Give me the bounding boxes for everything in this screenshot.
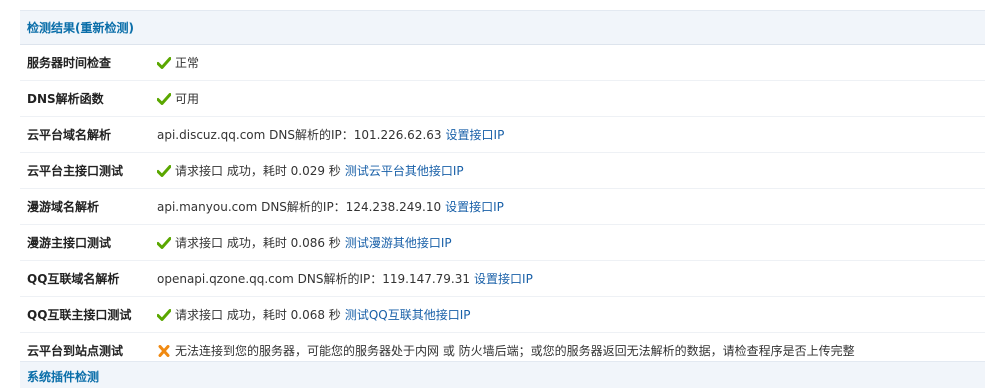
result-value: api.discuz.qq.com DNS解析的IP：101.226.62.63… (157, 126, 504, 143)
result-action-link[interactable]: 设置接口IP (445, 198, 504, 215)
result-value: 无法连接到您的服务器，可能您的服务器处于内网 或 防火墙后端；或您的服务器返回无… (157, 342, 855, 359)
results-list: 服务器时间检查 正常 DNS解析函数 可用云平台域名解析 api.discuz.qq.c… (20, 45, 985, 369)
result-label: QQ互联主接口测试 (27, 308, 132, 322)
result-value: 可用 (157, 90, 199, 107)
result-label: 漫游域名解析 (27, 200, 100, 214)
result-action-link[interactable]: 测试云平台其他接口IP (345, 162, 464, 179)
result-value: 请求接口 成功，耗时 0.068 秒测试QQ互联其他接口IP (157, 306, 470, 323)
check-icon (157, 308, 171, 321)
result-row: 服务器时间检查 正常 (20, 45, 985, 81)
check-results-panel: 检测结果(重新检测) 服务器时间检查 正常 DNS解析函数 可用云平台域名解析 api.… (20, 10, 985, 369)
section-header-results: 检测结果(重新检测) (20, 10, 985, 45)
check-icon (157, 56, 171, 69)
result-row: QQ互联主接口测试 请求接口 成功，耗时 0.068 秒测试QQ互联其他接口IP (20, 297, 985, 333)
section-title[interactable]: 检测结果(重新检测) (27, 21, 134, 35)
result-row: 漫游域名解析 api.manyou.com DNS解析的IP：124.238.24… (20, 189, 985, 225)
result-action-link[interactable]: 测试漫游其他接口IP (345, 234, 452, 251)
result-row: 漫游主接口测试 请求接口 成功，耗时 0.086 秒测试漫游其他接口IP (20, 225, 985, 261)
cross-icon (157, 344, 171, 357)
section-title-plugins: 系统插件检测 (27, 370, 100, 384)
result-row: 云平台主接口测试 请求接口 成功，耗时 0.029 秒测试云平台其他接口IP (20, 153, 985, 189)
result-text: 无法连接到您的服务器，可能您的服务器处于内网 或 防火墙后端；或您的服务器返回无… (175, 344, 855, 358)
result-action-link[interactable]: 设置接口IP (474, 270, 533, 287)
result-text: 正常 (175, 56, 200, 70)
result-text: 可用 (175, 92, 200, 106)
result-row: DNS解析函数 可用 (20, 81, 985, 117)
result-text: 请求接口 成功，耗时 0.068 秒 (175, 308, 341, 322)
check-icon (157, 236, 171, 249)
result-text: api.discuz.qq.com DNS解析的IP：101.226.62.63 (157, 128, 442, 142)
result-label: 云平台到站点测试 (27, 344, 124, 358)
result-action-link[interactable]: 设置接口IP (446, 126, 505, 143)
result-text: api.manyou.com DNS解析的IP：124.238.249.10 (157, 200, 442, 214)
result-row: 云平台域名解析 api.discuz.qq.com DNS解析的IP：101.22… (20, 117, 985, 153)
result-value: 请求接口 成功，耗时 0.029 秒测试云平台其他接口IP (157, 162, 464, 179)
result-label: 漫游主接口测试 (27, 236, 112, 250)
result-label: 云平台域名解析 (27, 128, 112, 142)
result-value: 请求接口 成功，耗时 0.086 秒测试漫游其他接口IP (157, 234, 452, 251)
result-value: 正常 (157, 54, 199, 71)
result-label: DNS解析函数 (27, 92, 104, 106)
check-icon (157, 92, 171, 105)
result-value: openapi.qzone.qq.com DNS解析的IP：119.147.79… (157, 270, 533, 287)
result-label: QQ互联域名解析 (27, 272, 120, 286)
check-icon (157, 164, 171, 177)
result-row: QQ互联域名解析 openapi.qzone.qq.com DNS解析的IP：11… (20, 261, 985, 297)
result-value: api.manyou.com DNS解析的IP：124.238.249.10 设置… (157, 198, 504, 215)
result-text: openapi.qzone.qq.com DNS解析的IP：119.147.79… (157, 272, 471, 286)
result-text: 请求接口 成功，耗时 0.029 秒 (175, 164, 341, 178)
section-header-plugins: 系统插件检测 (20, 361, 985, 388)
result-label: 云平台主接口测试 (27, 164, 124, 178)
result-label: 服务器时间检查 (27, 56, 112, 70)
result-action-link[interactable]: 测试QQ互联其他接口IP (345, 306, 471, 323)
result-text: 请求接口 成功，耗时 0.086 秒 (175, 236, 341, 250)
